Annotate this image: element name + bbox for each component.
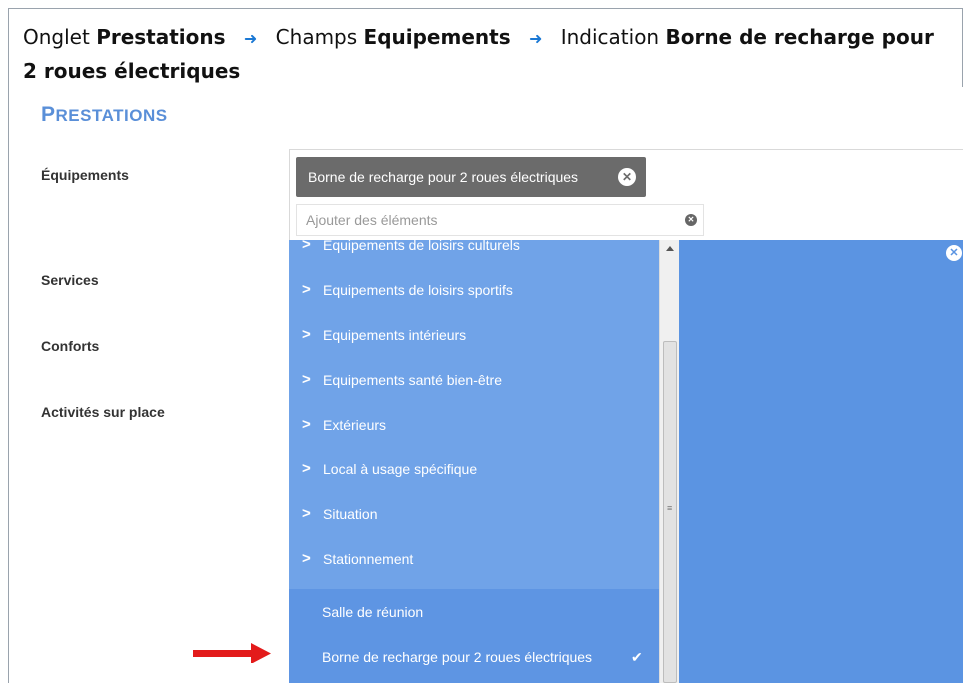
group-item[interactable]: > Situation: [289, 499, 659, 544]
section-title-rest: RESTATIONS: [55, 106, 168, 125]
scroll-thumb[interactable]: ≡: [663, 341, 677, 683]
selected-tag: Borne de recharge pour 2 roues électriqu…: [296, 157, 646, 197]
group-item[interactable]: > Stationnement: [289, 544, 659, 589]
instruction-banner: Onglet Prestations ➜ Champs Equipements …: [8, 8, 963, 88]
selected-tag-label: Borne de recharge pour 2 roues électriqu…: [308, 169, 579, 185]
option-label: Salle de réunion: [322, 604, 424, 621]
checkmark-icon: ✔: [631, 649, 643, 666]
grip-icon: ≡: [667, 503, 673, 513]
group-item[interactable]: > Equipements de loisirs sportifs: [289, 275, 659, 320]
instruction-prefix-3: Indication: [560, 25, 660, 49]
chevron-right-icon: >: [302, 240, 311, 253]
section-title: PRESTATIONS: [41, 103, 168, 127]
chevron-right-icon: >: [302, 370, 311, 388]
option-label: Borne de recharge pour 2 roues électriqu…: [322, 649, 593, 666]
scroll-up-icon[interactable]: [666, 246, 674, 251]
group-item[interactable]: > Equipements intérieurs: [289, 320, 659, 365]
group-item[interactable]: > Equipements santé bien-être: [289, 365, 659, 410]
group-label: Equipements santé bien-être: [323, 371, 502, 388]
option-item-selected[interactable]: Borne de recharge pour 2 roues électriqu…: [289, 634, 659, 683]
prestations-panel: PRESTATIONS Équipements Services Confort…: [8, 87, 963, 683]
instruction-prefix-1: Onglet: [23, 25, 90, 49]
instruction-field: Equipements: [363, 25, 511, 49]
group-item[interactable]: > Extérieurs: [289, 410, 659, 455]
section-title-initial: P: [41, 103, 56, 126]
group-label: Extérieurs: [323, 416, 387, 433]
options-dropdown: > Equipements de loisirs culturels > Equip…: [289, 240, 659, 683]
clear-search-icon[interactable]: ✕: [685, 214, 697, 226]
label-services: Services: [41, 272, 99, 288]
group-label: Equipements intérieurs: [323, 326, 467, 343]
chevron-right-icon: >: [302, 280, 311, 298]
chevron-right-icon: >: [302, 505, 311, 523]
chevron-right-icon: >: [302, 550, 311, 568]
instruction-tab: Prestations: [96, 25, 226, 49]
group-item[interactable]: > Equipements de loisirs culturels: [289, 240, 659, 275]
label-equipements: Équipements: [41, 167, 129, 183]
chevron-right-icon: >: [302, 325, 311, 343]
group-label: Equipements de loisirs sportifs: [323, 281, 513, 298]
right-arrow-icon: ➜: [528, 29, 543, 48]
chevron-right-icon: >: [302, 460, 311, 478]
option-item[interactable]: Salle de réunion: [289, 589, 659, 635]
red-pointer-arrow-icon: [193, 643, 271, 663]
dropdown-scrollbar[interactable]: ≡: [659, 240, 679, 683]
label-conforts: Conforts: [41, 338, 100, 354]
search-input[interactable]: Ajouter des éléments ✕: [296, 204, 704, 236]
search-placeholder: Ajouter des éléments: [306, 212, 438, 228]
equipements-multiselect[interactable]: Borne de recharge pour 2 roues électriqu…: [289, 149, 963, 241]
group-label: Equipements de loisirs culturels: [323, 240, 520, 253]
close-icon[interactable]: ✕: [946, 245, 962, 261]
remove-tag-icon[interactable]: ✕: [618, 168, 636, 186]
instruction-prefix-2: Champs: [275, 25, 358, 49]
chevron-right-icon: >: [302, 415, 311, 433]
group-label: Stationnement: [323, 551, 414, 568]
group-item[interactable]: > Local à usage spécifique: [289, 454, 659, 499]
right-arrow-icon: ➜: [243, 29, 258, 48]
group-label: Situation: [323, 506, 378, 523]
group-label: Local à usage spécifique: [323, 461, 478, 478]
label-activites: Activités sur place: [41, 404, 165, 420]
preview-panel: ✕: [679, 240, 963, 683]
